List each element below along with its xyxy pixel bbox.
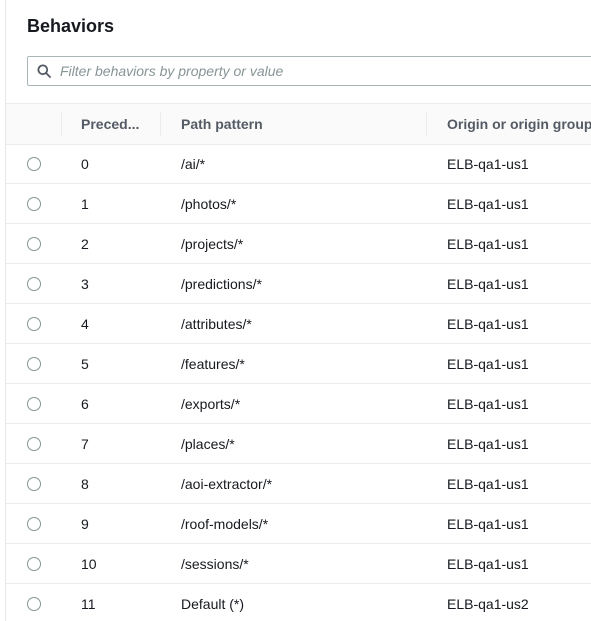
table-row[interactable]: 0 /ai/* ELB-qa1-us1 [6, 144, 591, 184]
origin-cell: ELB-qa1-us1 [447, 436, 529, 452]
table-row[interactable]: 7 /places/* ELB-qa1-us1 [6, 424, 591, 464]
path-pattern-cell: /roof-models/* [181, 516, 269, 532]
origin-cell: ELB-qa1-us1 [447, 396, 529, 412]
column-separator [160, 112, 161, 136]
search-icon [37, 64, 51, 78]
table-row[interactable]: 5 /features/* ELB-qa1-us1 [6, 344, 591, 384]
precedence-cell: 10 [81, 556, 97, 572]
row-select-radio[interactable] [27, 597, 41, 611]
precedence-cell: 5 [81, 356, 89, 372]
row-select-radio[interactable] [27, 517, 41, 531]
precedence-cell: 9 [81, 516, 89, 532]
row-select-radio[interactable] [27, 477, 41, 491]
path-pattern-cell: /sessions/* [181, 556, 249, 572]
origin-cell: ELB-qa1-us1 [447, 316, 529, 332]
precedence-cell: 1 [81, 196, 89, 212]
row-select-radio[interactable] [27, 357, 41, 371]
row-select-radio[interactable] [27, 397, 41, 411]
path-pattern-cell: /predictions/* [181, 276, 262, 292]
column-separator [61, 112, 62, 136]
path-pattern-cell: /attributes/* [181, 316, 252, 332]
path-pattern-cell: /ai/* [181, 156, 206, 172]
row-select-radio[interactable] [27, 317, 41, 331]
precedence-cell: 3 [81, 276, 89, 292]
table-row[interactable]: 2 /projects/* ELB-qa1-us1 [6, 224, 591, 264]
precedence-cell: 11 [81, 596, 96, 612]
row-select-radio[interactable] [27, 197, 41, 211]
column-header-precedence[interactable]: Preced... [81, 116, 139, 132]
path-pattern-cell: /projects/* [181, 236, 244, 252]
path-pattern-cell: /features/* [181, 356, 245, 372]
origin-cell: ELB-qa1-us1 [447, 156, 529, 172]
table-row[interactable]: 8 /aoi-extractor/* ELB-qa1-us1 [6, 464, 591, 504]
precedence-cell: 4 [81, 316, 89, 332]
behaviors-table-body: 0 /ai/* ELB-qa1-us1 1 /photos/* ELB-qa1-… [6, 144, 591, 621]
filter-behaviors-input[interactable] [60, 57, 591, 85]
origin-cell: ELB-qa1-us1 [447, 556, 529, 572]
table-row[interactable]: 6 /exports/* ELB-qa1-us1 [6, 384, 591, 424]
precedence-cell: 8 [81, 476, 89, 492]
section-title: Behaviors [27, 16, 115, 36]
path-pattern-cell: /places/* [181, 436, 235, 452]
table-row[interactable]: 9 /roof-models/* ELB-qa1-us1 [6, 504, 591, 544]
origin-cell: ELB-qa1-us1 [447, 356, 529, 372]
precedence-cell: 7 [81, 436, 89, 452]
origin-cell: ELB-qa1-us2 [447, 596, 529, 612]
origin-cell: ELB-qa1-us1 [447, 516, 529, 532]
behaviors-panel: Behaviors Preced... Path pattern Origin … [5, 0, 591, 621]
precedence-cell: 6 [81, 396, 89, 412]
precedence-cell: 0 [81, 156, 89, 172]
row-select-radio[interactable] [27, 237, 41, 251]
column-separator [426, 112, 427, 136]
table-row[interactable]: 1 /photos/* ELB-qa1-us1 [6, 184, 591, 224]
origin-cell: ELB-qa1-us1 [447, 276, 529, 292]
row-select-radio[interactable] [27, 437, 41, 451]
path-pattern-cell: Default (*) [181, 596, 245, 612]
row-select-radio[interactable] [27, 557, 41, 571]
column-header-path-pattern[interactable]: Path pattern [181, 116, 263, 132]
origin-cell: ELB-qa1-us1 [447, 236, 529, 252]
path-pattern-cell: /aoi-extractor/* [181, 476, 273, 492]
table-row[interactable]: 4 /attributes/* ELB-qa1-us1 [6, 304, 591, 344]
table-row[interactable]: 3 /predictions/* ELB-qa1-us1 [6, 264, 591, 304]
path-pattern-cell: /photos/* [181, 196, 237, 212]
precedence-cell: 2 [81, 236, 89, 252]
table-row[interactable]: 10 /sessions/* ELB-qa1-us1 [6, 544, 591, 584]
column-header-origin[interactable]: Origin or origin group [447, 116, 591, 132]
row-select-radio[interactable] [27, 277, 41, 291]
search-box[interactable] [27, 56, 591, 86]
path-pattern-cell: /exports/* [181, 396, 241, 412]
table-row[interactable]: 11 Default (*) ELB-qa1-us2 [6, 584, 591, 621]
row-select-radio[interactable] [27, 157, 41, 171]
table-header: Preced... Path pattern Origin or origin … [6, 104, 591, 145]
origin-cell: ELB-qa1-us1 [447, 196, 529, 212]
origin-cell: ELB-qa1-us1 [447, 476, 529, 492]
